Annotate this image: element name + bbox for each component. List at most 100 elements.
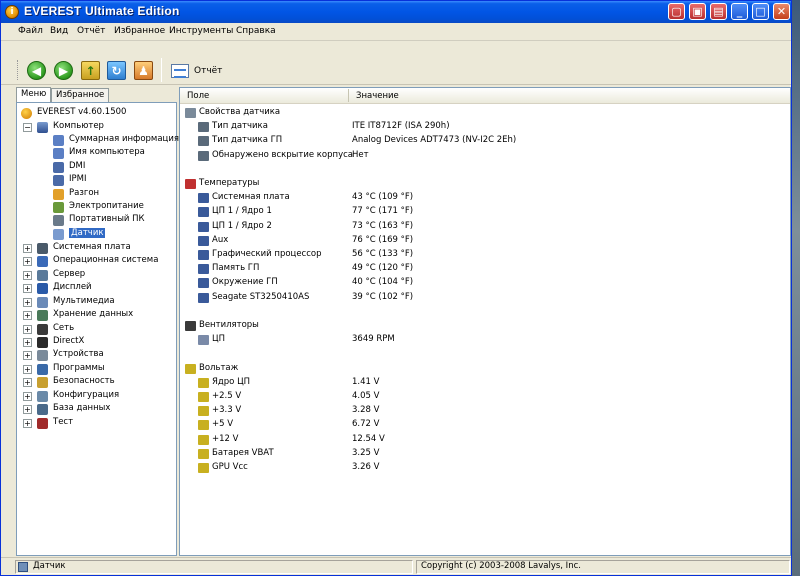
expand-toggle[interactable]: + bbox=[23, 257, 32, 267]
row-field: +3.3 V bbox=[212, 405, 242, 416]
list-item[interactable]: Батарея VBAT 3.25 V bbox=[180, 447, 790, 461]
title-bar[interactable]: i EVEREST Ultimate Edition ▢ ▣ ▤ _ □ ✕ bbox=[1, 1, 791, 23]
column-divider[interactable] bbox=[348, 89, 349, 102]
up-button[interactable]: ↑ bbox=[81, 61, 100, 80]
menu-tools[interactable]: Инструменты bbox=[169, 26, 233, 36]
group-icon bbox=[185, 179, 196, 189]
tree-root-label: EVEREST v4.60.1500 bbox=[37, 107, 127, 117]
list-item[interactable]: +12 V 12.54 V bbox=[180, 433, 790, 447]
expand-toggle[interactable]: + bbox=[23, 391, 32, 401]
forward-button[interactable]: ▶ bbox=[54, 61, 73, 80]
row-icon bbox=[198, 392, 209, 402]
row-icon bbox=[198, 335, 209, 346]
list-item[interactable]: Память ГП 49 °C (120 °F) bbox=[180, 262, 790, 276]
users-button[interactable]: ♟ bbox=[134, 61, 153, 80]
computer-icon bbox=[37, 122, 48, 133]
row-value: 73 °C (163 °F) bbox=[352, 220, 414, 231]
group-header[interactable]: Температуры bbox=[180, 177, 790, 191]
report-icon[interactable] bbox=[171, 64, 189, 78]
row-field: +5 V bbox=[212, 419, 234, 430]
tree-item-icon bbox=[37, 377, 48, 389]
tree-item-icon bbox=[37, 390, 48, 402]
group-header[interactable]: Вольтаж bbox=[180, 362, 790, 376]
list-item[interactable]: ЦП 1 / Ядро 2 73 °C (163 °F) bbox=[180, 220, 790, 234]
menu-help[interactable]: Справка bbox=[236, 26, 276, 36]
row-value: 43 °C (109 °F) bbox=[352, 192, 414, 203]
expand-toggle[interactable]: + bbox=[23, 324, 32, 334]
list-item[interactable]: Aux 76 °C (169 °F) bbox=[180, 234, 790, 248]
list-item[interactable]: Тип датчика ГП Analog Devices ADT7473 (NV… bbox=[180, 134, 790, 148]
expand-toggle[interactable]: + bbox=[23, 270, 32, 280]
collapse-toggle[interactable]: − bbox=[23, 123, 32, 132]
list-item[interactable]: GPU Vcc 3.26 V bbox=[180, 461, 790, 475]
row-field: Seagate ST3250410AS bbox=[212, 291, 310, 302]
close-button[interactable]: ✕ bbox=[773, 3, 790, 20]
back-button[interactable]: ◀ bbox=[27, 61, 46, 80]
desktop-background bbox=[792, 0, 800, 576]
details-list[interactable]: Поле Значение Свойства датчика Тип датчик… bbox=[179, 87, 791, 556]
list-item[interactable]: Ядро ЦП 1.41 V bbox=[180, 376, 790, 390]
extra-button-3[interactable]: ▤ bbox=[710, 3, 727, 20]
expand-toggle[interactable]: + bbox=[23, 243, 32, 253]
row-field: ЦП 1 / Ядро 2 bbox=[212, 220, 272, 231]
expand-toggle[interactable]: + bbox=[23, 351, 32, 361]
tree-subitem-icon bbox=[53, 161, 64, 173]
row-value: 3.28 V bbox=[352, 405, 380, 416]
minimize-button[interactable]: _ bbox=[731, 3, 748, 20]
group-title: Свойства датчика bbox=[199, 107, 281, 117]
main-window: i EVEREST Ultimate Edition ▢ ▣ ▤ _ □ ✕ Ф… bbox=[0, 0, 792, 576]
menu-favorites[interactable]: Избранное bbox=[114, 26, 165, 36]
toolbar-grip[interactable] bbox=[17, 60, 20, 80]
maximize-button[interactable]: □ bbox=[752, 3, 769, 20]
list-item[interactable]: +5 V 6.72 V bbox=[180, 418, 790, 432]
expand-toggle[interactable]: + bbox=[23, 311, 32, 321]
expand-toggle[interactable]: + bbox=[23, 378, 32, 388]
extra-button-2[interactable]: ▣ bbox=[689, 3, 706, 20]
column-header: Поле Значение bbox=[180, 88, 790, 104]
refresh-button[interactable]: ↻ bbox=[107, 61, 126, 80]
tab-menu[interactable]: Меню bbox=[16, 87, 52, 103]
expand-toggle[interactable]: + bbox=[23, 418, 32, 428]
row-icon bbox=[198, 221, 209, 232]
tree-subitem-icon bbox=[53, 175, 64, 187]
list-item[interactable]: +2.5 V 4.05 V bbox=[180, 390, 790, 404]
row-field: Тип датчика bbox=[212, 121, 268, 132]
expand-toggle[interactable]: + bbox=[23, 284, 32, 294]
expand-toggle[interactable]: + bbox=[23, 405, 32, 415]
row-field: Графический процессор bbox=[212, 249, 322, 259]
list-item[interactable]: +3.3 V 3.28 V bbox=[180, 404, 790, 418]
column-value[interactable]: Значение bbox=[356, 91, 399, 101]
row-field: Батарея VBAT bbox=[212, 447, 274, 458]
list-item[interactable]: Seagate ST3250410AS 39 °C (102 °F) bbox=[180, 291, 790, 305]
list-item[interactable]: Графический процессор 56 °C (133 °F) bbox=[180, 248, 790, 262]
extra-button-1[interactable]: ▢ bbox=[668, 3, 685, 20]
list-item[interactable]: Тип датчика ITE IT8712F (ISA 290h) bbox=[180, 120, 790, 134]
group-header[interactable]: Свойства датчика bbox=[180, 106, 790, 120]
list-item[interactable]: ЦП 1 / Ядро 1 77 °C (171 °F) bbox=[180, 205, 790, 219]
row-field: Память ГП bbox=[212, 263, 260, 274]
list-item[interactable]: Окружение ГП 40 °C (104 °F) bbox=[180, 276, 790, 290]
row-field: Ядро ЦП bbox=[212, 376, 251, 387]
expand-toggle[interactable]: + bbox=[23, 364, 32, 374]
menu-view[interactable]: Вид bbox=[50, 26, 68, 36]
group-header[interactable]: Вентиляторы bbox=[180, 319, 790, 333]
menu-file[interactable]: Файл bbox=[18, 26, 43, 36]
tab-favorites[interactable]: Избранное bbox=[51, 88, 110, 102]
arrow-up-icon: ↑ bbox=[85, 63, 96, 78]
tree-subitem-label: IPMI bbox=[69, 174, 87, 185]
report-button-label[interactable]: Отчёт bbox=[194, 66, 222, 76]
row-value: 56 °C (133 °F) bbox=[352, 249, 414, 259]
list-item[interactable]: ЦП 3649 RPM bbox=[180, 333, 790, 347]
row-value: 4.05 V bbox=[352, 391, 380, 401]
list-item[interactable]: Системная плата 43 °C (109 °F) bbox=[180, 191, 790, 205]
row-value: ITE IT8712F (ISA 290h) bbox=[352, 121, 450, 132]
tree-subitem-label: Датчик bbox=[69, 227, 106, 238]
expand-toggle[interactable]: + bbox=[23, 337, 32, 347]
tree-item-icon bbox=[37, 363, 48, 375]
menu-report[interactable]: Отчёт bbox=[77, 26, 105, 36]
list-item[interactable]: Обнаружено вскрытие корпуса Нет bbox=[180, 149, 790, 163]
navigation-tree[interactable]: EVEREST v4.60.1500 − Компьютер Суммарная… bbox=[16, 102, 179, 556]
expand-toggle[interactable]: + bbox=[23, 297, 32, 307]
column-field[interactable]: Поле bbox=[187, 91, 209, 101]
tree-item-icon bbox=[37, 296, 48, 308]
